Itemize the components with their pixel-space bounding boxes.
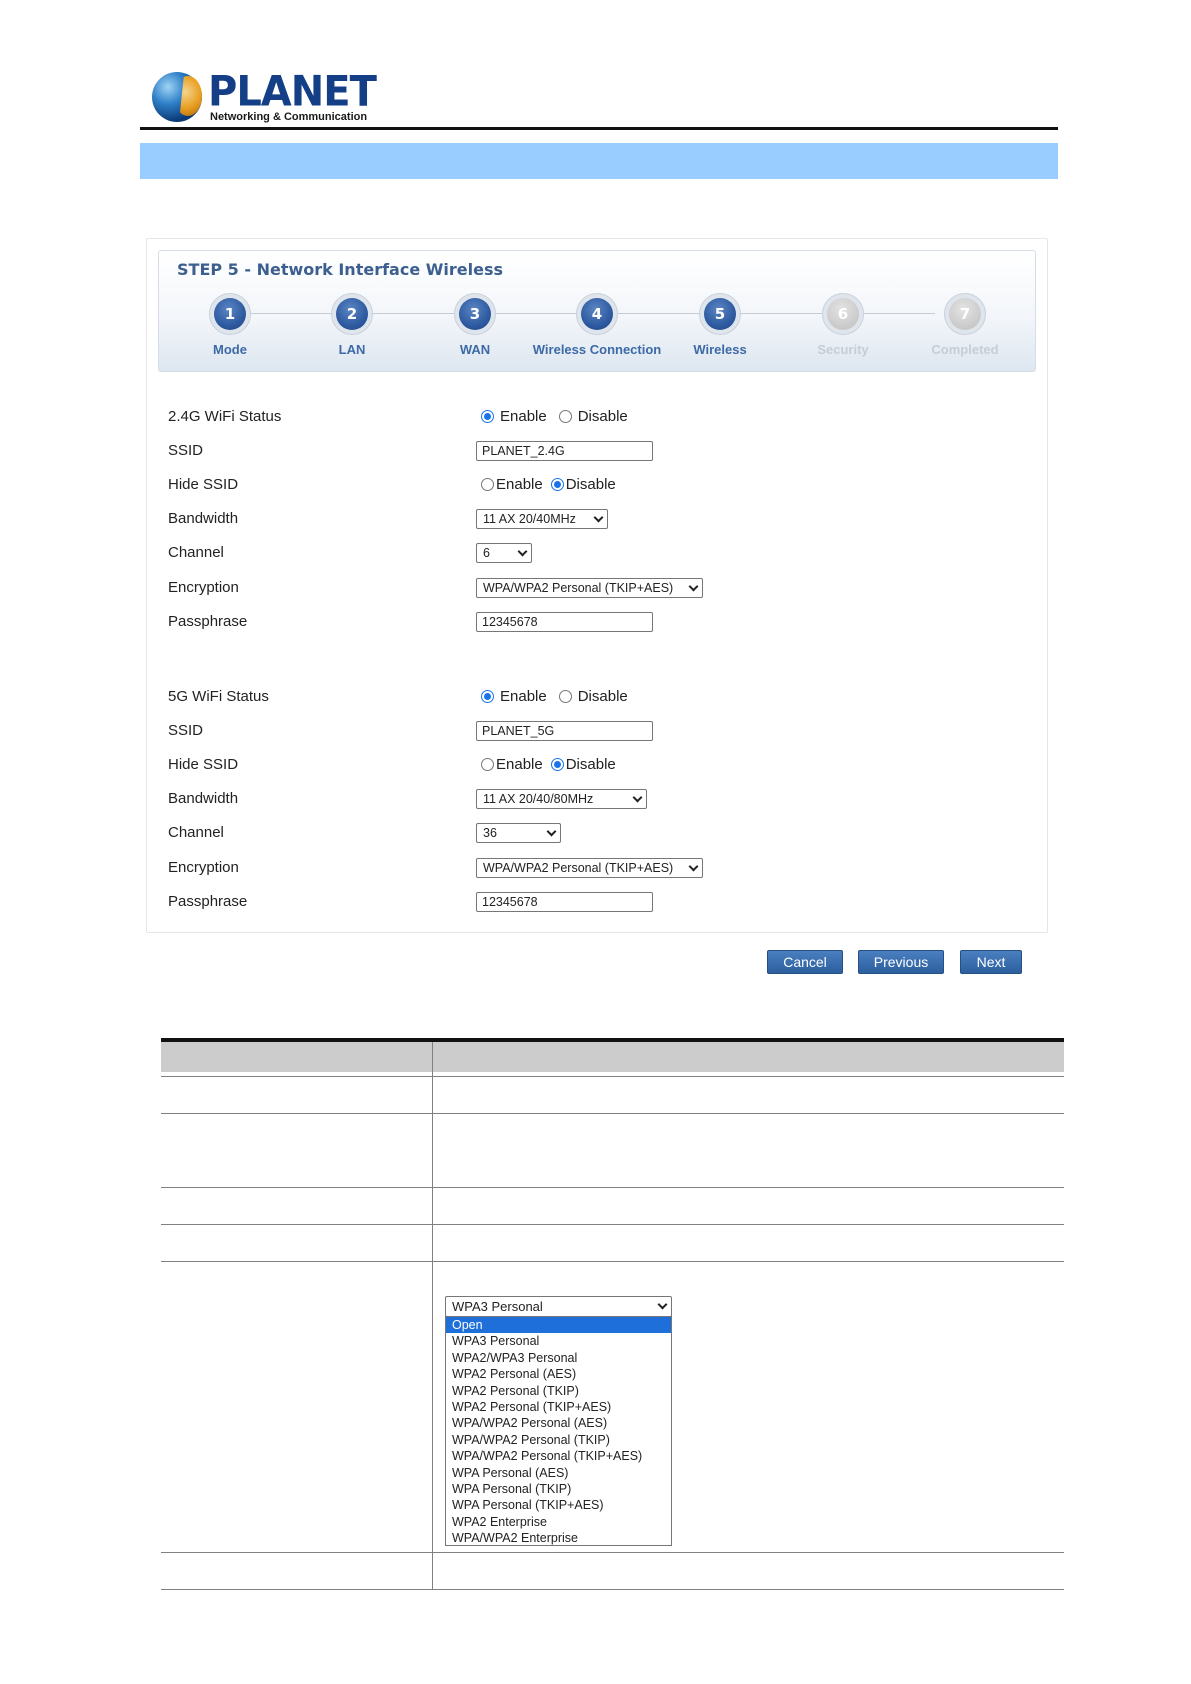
dropdown-option[interactable]: WPA/WPA2 Enterprise [446,1530,671,1546]
dropdown-option[interactable]: WPA2 Enterprise [446,1514,671,1530]
header-divider [140,127,1058,130]
wifi5-passphrase-input[interactable]: 12345678 [476,892,653,912]
dropdown-option[interactable]: WPA2/WPA3 Personal [446,1350,671,1366]
wifi24-hide-ssid-radios: Enable Disable [481,476,616,493]
wifi24-channel-select[interactable]: 6 [476,543,532,563]
wifi24-status-disable-radio[interactable] [558,410,572,423]
table-bottom-rule [161,1589,1064,1590]
wifi5-ssid-input[interactable]: PLANET_5G [476,721,653,741]
wifi24-bandwidth-label: Bandwidth [168,510,239,527]
encryption-dropdown-list: Open WPA3 Personal WPA2/WPA3 Personal WP… [445,1316,672,1546]
step-circle: 7 [944,293,986,335]
wifi24-status-enable-radio[interactable] [481,410,494,423]
radio-label: Enable [496,756,543,773]
step-circle: 6 [822,293,864,335]
dropdown-option[interactable]: WPA2 Personal (AES) [446,1366,671,1382]
radio-label: Enable [496,476,543,493]
dropdown-option[interactable]: WPA Personal (AES) [446,1465,671,1481]
chevron-down-icon [546,826,557,837]
encryption-dropdown-select[interactable]: WPA3 Personal [445,1296,672,1317]
wizard-title: STEP 5 - Network Interface Wireless [177,260,503,279]
chevron-down-icon [632,792,643,803]
dropdown-option[interactable]: Open [446,1317,671,1334]
section-band [140,143,1058,179]
planet-logo: PLANET Networking & Communication [152,69,377,126]
wifi24-hide-enable-radio[interactable] [481,478,494,491]
wifi5-channel-select[interactable]: 36 [476,823,561,843]
wifi24-bandwidth-select[interactable]: 11 AX 20/40MHz [476,509,608,529]
dropdown-option[interactable]: WPA/WPA2 Personal (AES) [446,1415,671,1431]
table-row-divider [161,1224,1064,1225]
wifi5-hide-ssid-label: Hide SSID [168,756,239,773]
dropdown-option[interactable]: WPA/WPA2 Personal (TKIP) [446,1432,671,1448]
next-button[interactable]: Next [960,950,1022,974]
step-circle: 2 [331,293,373,335]
previous-button[interactable]: Previous [858,950,944,974]
radio-label: Disable [577,688,628,705]
table-header [161,1042,1064,1072]
wifi5-hide-disable-radio[interactable] [550,758,564,771]
wifi24-status-radios: Enable Disable [481,408,628,425]
wifi24-passphrase-label: Passphrase [168,613,248,630]
chevron-down-icon [688,861,699,872]
wifi24-hide-disable-radio[interactable] [550,478,564,491]
globe-icon [152,72,202,122]
step-circle: 3 [454,293,496,335]
step-completed: 7 Completed [885,293,1045,357]
wifi24-hide-ssid-label: Hide SSID [168,476,239,493]
cancel-button[interactable]: Cancel [767,950,843,974]
radio-label: Disable [577,408,628,425]
table-row-divider [161,1187,1064,1188]
wifi5-status-label: 5G WiFi Status [168,688,269,705]
step-circle: 5 [699,293,741,335]
wifi24-channel-label: Channel [168,544,224,561]
wifi5-hide-enable-radio[interactable] [481,758,494,771]
chevron-down-icon [688,581,699,592]
table-row-divider [161,1113,1064,1114]
wifi5-status-enable-radio[interactable] [481,690,494,703]
wifi5-channel-label: Channel [168,824,224,841]
wifi5-passphrase-label: Passphrase [168,893,248,910]
dropdown-option[interactable]: WPA/WPA2 Personal (TKIP+AES) [446,1448,671,1464]
chevron-down-icon [517,546,528,557]
wifi5-status-radios: Enable Disable [481,688,628,705]
chevron-down-icon [593,512,604,523]
wifi5-hide-ssid-radios: Enable Disable [481,756,616,773]
dropdown-option[interactable]: WPA Personal (TKIP+AES) [446,1497,671,1513]
dropdown-option[interactable]: WPA2 Personal (TKIP) [446,1383,671,1399]
wifi24-encryption-label: Encryption [168,579,239,596]
wifi5-bandwidth-label: Bandwidth [168,790,239,807]
wifi24-ssid-label: SSID [168,442,204,459]
radio-label: Enable [500,688,547,705]
table-column-divider [432,1042,433,1590]
step-label: Completed [931,342,999,357]
wifi24-ssid-input[interactable]: PLANET_2.4G [476,441,653,461]
table-row-divider [161,1552,1064,1553]
table-row-divider [161,1076,1064,1077]
wifi5-bandwidth-select[interactable]: 11 AX 20/40/80MHz [476,789,647,809]
brand-name: PLANET [208,67,377,117]
wifi5-status-disable-radio[interactable] [558,690,572,703]
dropdown-option[interactable]: WPA Personal (TKIP) [446,1481,671,1497]
wifi5-encryption-label: Encryption [168,859,239,876]
radio-label: Disable [565,756,616,773]
brand-tagline: Networking & Communication [210,111,368,123]
wifi5-encryption-select[interactable]: WPA/WPA2 Personal (TKIP+AES) [476,858,703,878]
chevron-down-icon [657,1299,668,1310]
radio-label: Disable [565,476,616,493]
radio-label: Enable [500,408,547,425]
dropdown-option[interactable]: WPA3 Personal [446,1333,671,1349]
wifi24-passphrase-input[interactable]: 12345678 [476,612,653,632]
wifi5-ssid-label: SSID [168,722,204,739]
step-circle: 1 [209,293,251,335]
step-circle: 4 [576,293,618,335]
wifi24-encryption-select[interactable]: WPA/WPA2 Personal (TKIP+AES) [476,578,703,598]
dropdown-option[interactable]: WPA2 Personal (TKIP+AES) [446,1399,671,1415]
table-row-divider [161,1261,1064,1262]
wifi24-status-label: 2.4G WiFi Status [168,408,282,425]
